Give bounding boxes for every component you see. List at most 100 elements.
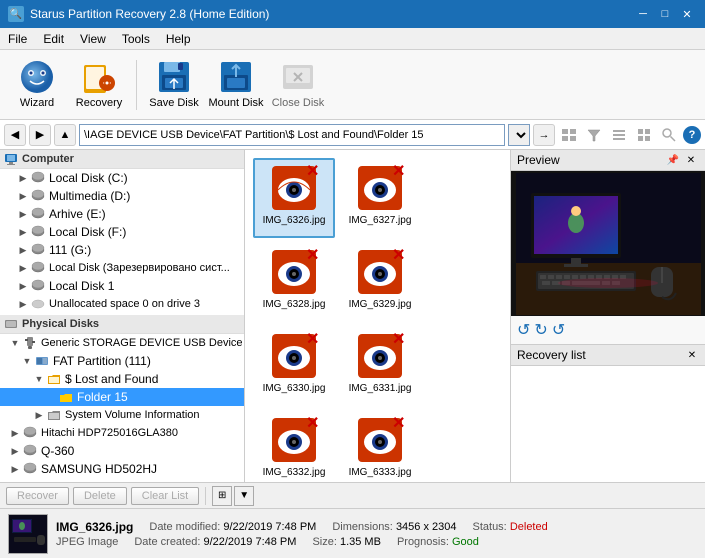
file-icon: ✕ xyxy=(270,164,318,212)
address-input[interactable] xyxy=(79,124,505,146)
tree-item-label: Unallocated space 0 on drive 3 xyxy=(49,298,200,310)
view-down-button[interactable]: ▼ xyxy=(234,486,254,506)
file-item-img6328[interactable]: ✕ IMG_6328.jpg xyxy=(253,242,335,322)
view-grid-button[interactable]: ⊞ xyxy=(212,486,232,506)
status-filename: IMG_6326.jpg xyxy=(56,520,133,534)
file-item-img6326[interactable]: ✕ IMG_6326.jpg xyxy=(253,158,335,238)
up-button[interactable]: ▲ xyxy=(54,124,76,146)
layout-grid-button[interactable] xyxy=(633,124,655,146)
tree-section-computer: Computer xyxy=(0,150,244,169)
status-row-1: IMG_6326.jpg Date modified: 9/22/2019 7:… xyxy=(56,520,697,534)
svg-text:✕: ✕ xyxy=(392,164,404,180)
tree-local-disk-1[interactable]: ▶ Local Disk 1 xyxy=(0,277,244,295)
file-item-img6332[interactable]: ✕ IMG_6332.jpg xyxy=(253,410,335,482)
menu-tools[interactable]: Tools xyxy=(114,30,158,48)
close-disk-button[interactable]: Close Disk xyxy=(269,55,327,115)
tree-unallocated[interactable]: ▶ Unallocated space 0 on drive 3 xyxy=(0,295,244,313)
help-button[interactable]: ? xyxy=(683,126,701,144)
back-button[interactable]: ◀ xyxy=(4,124,26,146)
wizard-label: Wizard xyxy=(20,97,54,110)
minimize-button[interactable]: ─ xyxy=(633,5,653,23)
tree-sysvolinfo[interactable]: ▶ System Volume Information xyxy=(0,406,244,424)
status-status-label: Status: xyxy=(473,521,507,533)
refresh-button-3[interactable]: ↺ xyxy=(552,320,565,340)
tree-item-label: Arhive (E:) xyxy=(49,207,106,221)
tree-panel: Computer ▶ Local Disk (C:) ▶ Multimedia … xyxy=(0,150,245,482)
tree-item-label: System Volume Information xyxy=(65,409,200,421)
menu-file[interactable]: File xyxy=(0,30,35,48)
file-item-img6331[interactable]: ✕ IMG_6331.jpg xyxy=(339,326,421,406)
status-size-label: Size: xyxy=(312,536,336,548)
status-status-value: Deleted xyxy=(510,521,548,533)
tree-fat-partition[interactable]: ▼ FAT Partition (111) xyxy=(0,352,244,370)
tree-hitachi[interactable]: ▶ Hitachi HDP725016GLA380 xyxy=(0,424,244,442)
preview-pin-button[interactable]: 📌 xyxy=(665,153,681,167)
address-dropdown[interactable] xyxy=(508,124,530,146)
preview-panel: Preview 📌 ✕ xyxy=(510,150,705,482)
disk-group-icon xyxy=(4,317,18,331)
tree-section-physical: Physical Disks xyxy=(0,315,244,334)
preview-image xyxy=(511,171,705,316)
toolbar: Wizard Recovery xyxy=(0,50,705,120)
preview-refresh-buttons: ↺ ↻ ↺ xyxy=(511,316,705,344)
tree-samsung[interactable]: ▶ SAMSUNG HD502HJ xyxy=(0,460,244,478)
file-label: IMG_6328.jpg xyxy=(263,298,326,311)
hdd-icon xyxy=(30,242,46,258)
svg-text:✕: ✕ xyxy=(306,332,318,348)
tree-multimedia-d[interactable]: ▶ Multimedia (D:) xyxy=(0,187,244,205)
title-bar: 🔍 Starus Partition Recovery 2.8 (Home Ed… xyxy=(0,0,705,28)
tree-usb-device[interactable]: ▼ Generic STORAGE DEVICE USB Device xyxy=(0,334,244,352)
file-item-img6329[interactable]: ✕ IMG_6329.jpg xyxy=(339,242,421,322)
status-row-2: JPEG Image Date created: 9/22/2019 7:48 … xyxy=(56,536,697,548)
app-title: Starus Partition Recovery 2.8 (Home Edit… xyxy=(30,7,269,21)
file-item-img6333[interactable]: ✕ IMG_6333.jpg xyxy=(339,410,421,482)
wizard-icon xyxy=(19,59,55,95)
tree-111-g[interactable]: ▶ 111 (G:) xyxy=(0,241,244,259)
save-disk-button[interactable]: Save Disk xyxy=(145,55,203,115)
menu-help[interactable]: Help xyxy=(158,30,199,48)
wizard-button[interactable]: Wizard xyxy=(8,55,66,115)
close-disk-label: Close Disk xyxy=(272,97,325,110)
svg-text:✕: ✕ xyxy=(306,248,318,264)
close-button[interactable]: ✕ xyxy=(677,5,697,23)
hdd-icon xyxy=(22,461,38,477)
tree-local-disk-0[interactable]: ▶ Local Disk (Зарезервировано сист... xyxy=(0,259,244,277)
refresh-button-2[interactable]: ↻ xyxy=(534,320,547,340)
tree-item-label: SAMSUNG HD502HJ xyxy=(41,462,157,476)
search-button[interactable] xyxy=(658,124,680,146)
tree-local-disk-c[interactable]: ▶ Local Disk (C:) xyxy=(0,169,244,187)
file-label: IMG_6332.jpg xyxy=(263,466,326,479)
tree-folder-15[interactable]: Folder 15 xyxy=(0,388,244,406)
tree-lost-found[interactable]: ▼ $ Lost and Found xyxy=(0,370,244,388)
folder-icon xyxy=(58,389,74,405)
status-prognosis-value: Good xyxy=(452,536,479,548)
refresh-button-1[interactable]: ↺ xyxy=(517,320,530,340)
file-item-img6327[interactable]: ✕ IMG_6327.jpg xyxy=(339,158,421,238)
mount-disk-button[interactable]: Mount Disk xyxy=(207,55,265,115)
menu-view[interactable]: View xyxy=(72,30,114,48)
file-label: IMG_6333.jpg xyxy=(349,466,412,479)
toolbar-separator-1 xyxy=(136,60,137,110)
menu-edit[interactable]: Edit xyxy=(35,30,72,48)
preview-close-button[interactable]: ✕ xyxy=(683,153,699,167)
delete-button[interactable]: Delete xyxy=(73,487,127,505)
close-disk-icon xyxy=(280,59,316,95)
menu-bar: File Edit View Tools Help xyxy=(0,28,705,50)
clear-list-button[interactable]: Clear List xyxy=(131,487,199,505)
recover-button[interactable]: Recover xyxy=(6,487,69,505)
maximize-button[interactable]: □ xyxy=(655,5,675,23)
file-item-img6330[interactable]: ✕ IMG_6330.jpg xyxy=(253,326,335,406)
file-icon: ✕ xyxy=(270,416,318,464)
status-bar: IMG_6326.jpg Date modified: 9/22/2019 7:… xyxy=(0,508,705,558)
tree-q360[interactable]: ▶ Q-360 xyxy=(0,442,244,460)
go-button[interactable]: → xyxy=(533,124,555,146)
forward-button[interactable]: ▶ xyxy=(29,124,51,146)
filter-button[interactable] xyxy=(583,124,605,146)
recovery-list-close-button[interactable]: ✕ xyxy=(685,348,699,362)
view-options-button[interactable] xyxy=(558,124,580,146)
layout-list-button[interactable] xyxy=(608,124,630,146)
tree-arhive-e[interactable]: ▶ Arhive (E:) xyxy=(0,205,244,223)
tree-local-disk-f[interactable]: ▶ Local Disk (F:) xyxy=(0,223,244,241)
recovery-button[interactable]: Recovery xyxy=(70,55,128,115)
preview-title: Preview xyxy=(517,153,560,167)
